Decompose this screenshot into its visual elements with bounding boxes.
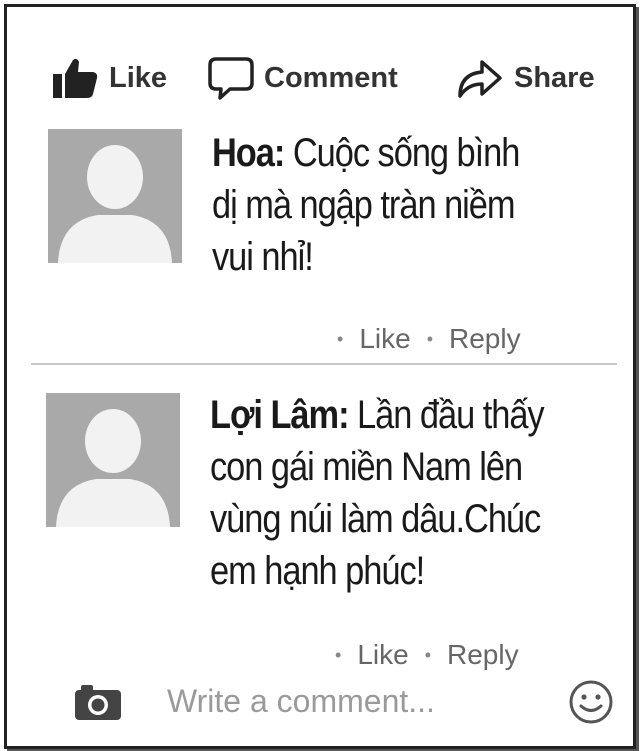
comment-composer bbox=[7, 671, 633, 731]
smiley-icon[interactable] bbox=[568, 679, 614, 725]
default-avatar-icon bbox=[48, 129, 182, 263]
comment-reply-link[interactable]: Reply bbox=[449, 323, 521, 355]
avatar[interactable] bbox=[46, 393, 180, 527]
share-label: Share bbox=[514, 61, 595, 94]
comment-like-link[interactable]: Like bbox=[359, 323, 410, 355]
comment-line: Hoa: Cuộc sống bình bbox=[212, 131, 520, 175]
camera-icon[interactable] bbox=[73, 683, 123, 721]
comment-line: dị mà ngập tràn niềm bbox=[212, 183, 516, 227]
separator-dot: • bbox=[335, 644, 342, 665]
share-arrow-icon bbox=[458, 60, 502, 98]
comment-text: Lợi Lâm: Lần đầu thấy con gái miền Nam l… bbox=[210, 389, 545, 597]
comment-input[interactable] bbox=[167, 679, 527, 723]
comment-author[interactable]: Hoa: bbox=[212, 131, 285, 175]
post-actions-bar: Like Comment Share bbox=[7, 53, 633, 103]
share-button[interactable]: Share bbox=[456, 53, 595, 103]
like-button[interactable]: Like bbox=[51, 53, 167, 103]
comment-line: con gái miền Nam lên bbox=[210, 445, 523, 489]
comment-label: Comment bbox=[264, 61, 398, 94]
comment-text: Hoa: Cuộc sống bình dị mà ngập tràn niềm… bbox=[212, 127, 520, 283]
thumbs-up-icon bbox=[53, 58, 98, 98]
comment-panel: Like Comment Share Hoa: Cuộc sống bình d… bbox=[4, 4, 636, 749]
comment-divider bbox=[31, 363, 617, 365]
comment-line: vui nhỉ! bbox=[212, 235, 314, 279]
separator-dot: • bbox=[424, 644, 431, 665]
comment-meta: • Like • Reply bbox=[319, 639, 519, 671]
comment-line: em hạnh phúc! bbox=[210, 549, 425, 593]
comment-reply-link[interactable]: Reply bbox=[447, 639, 519, 671]
comment-line: vùng núi làm dâu.Chúc bbox=[210, 497, 541, 541]
comment-author[interactable]: Lợi Lâm: bbox=[210, 393, 350, 437]
comment-meta: • Like • Reply bbox=[321, 323, 521, 355]
default-avatar-icon bbox=[46, 393, 180, 527]
speech-bubble-icon bbox=[208, 57, 254, 100]
comment-button[interactable]: Comment bbox=[208, 53, 398, 103]
comment-line: Lợi Lâm: Lần đầu thấy bbox=[210, 393, 545, 437]
avatar[interactable] bbox=[48, 129, 182, 263]
comment-like-link[interactable]: Like bbox=[357, 639, 408, 671]
separator-dot: • bbox=[426, 328, 433, 349]
like-label: Like bbox=[109, 61, 168, 94]
separator-dot: • bbox=[337, 328, 344, 349]
